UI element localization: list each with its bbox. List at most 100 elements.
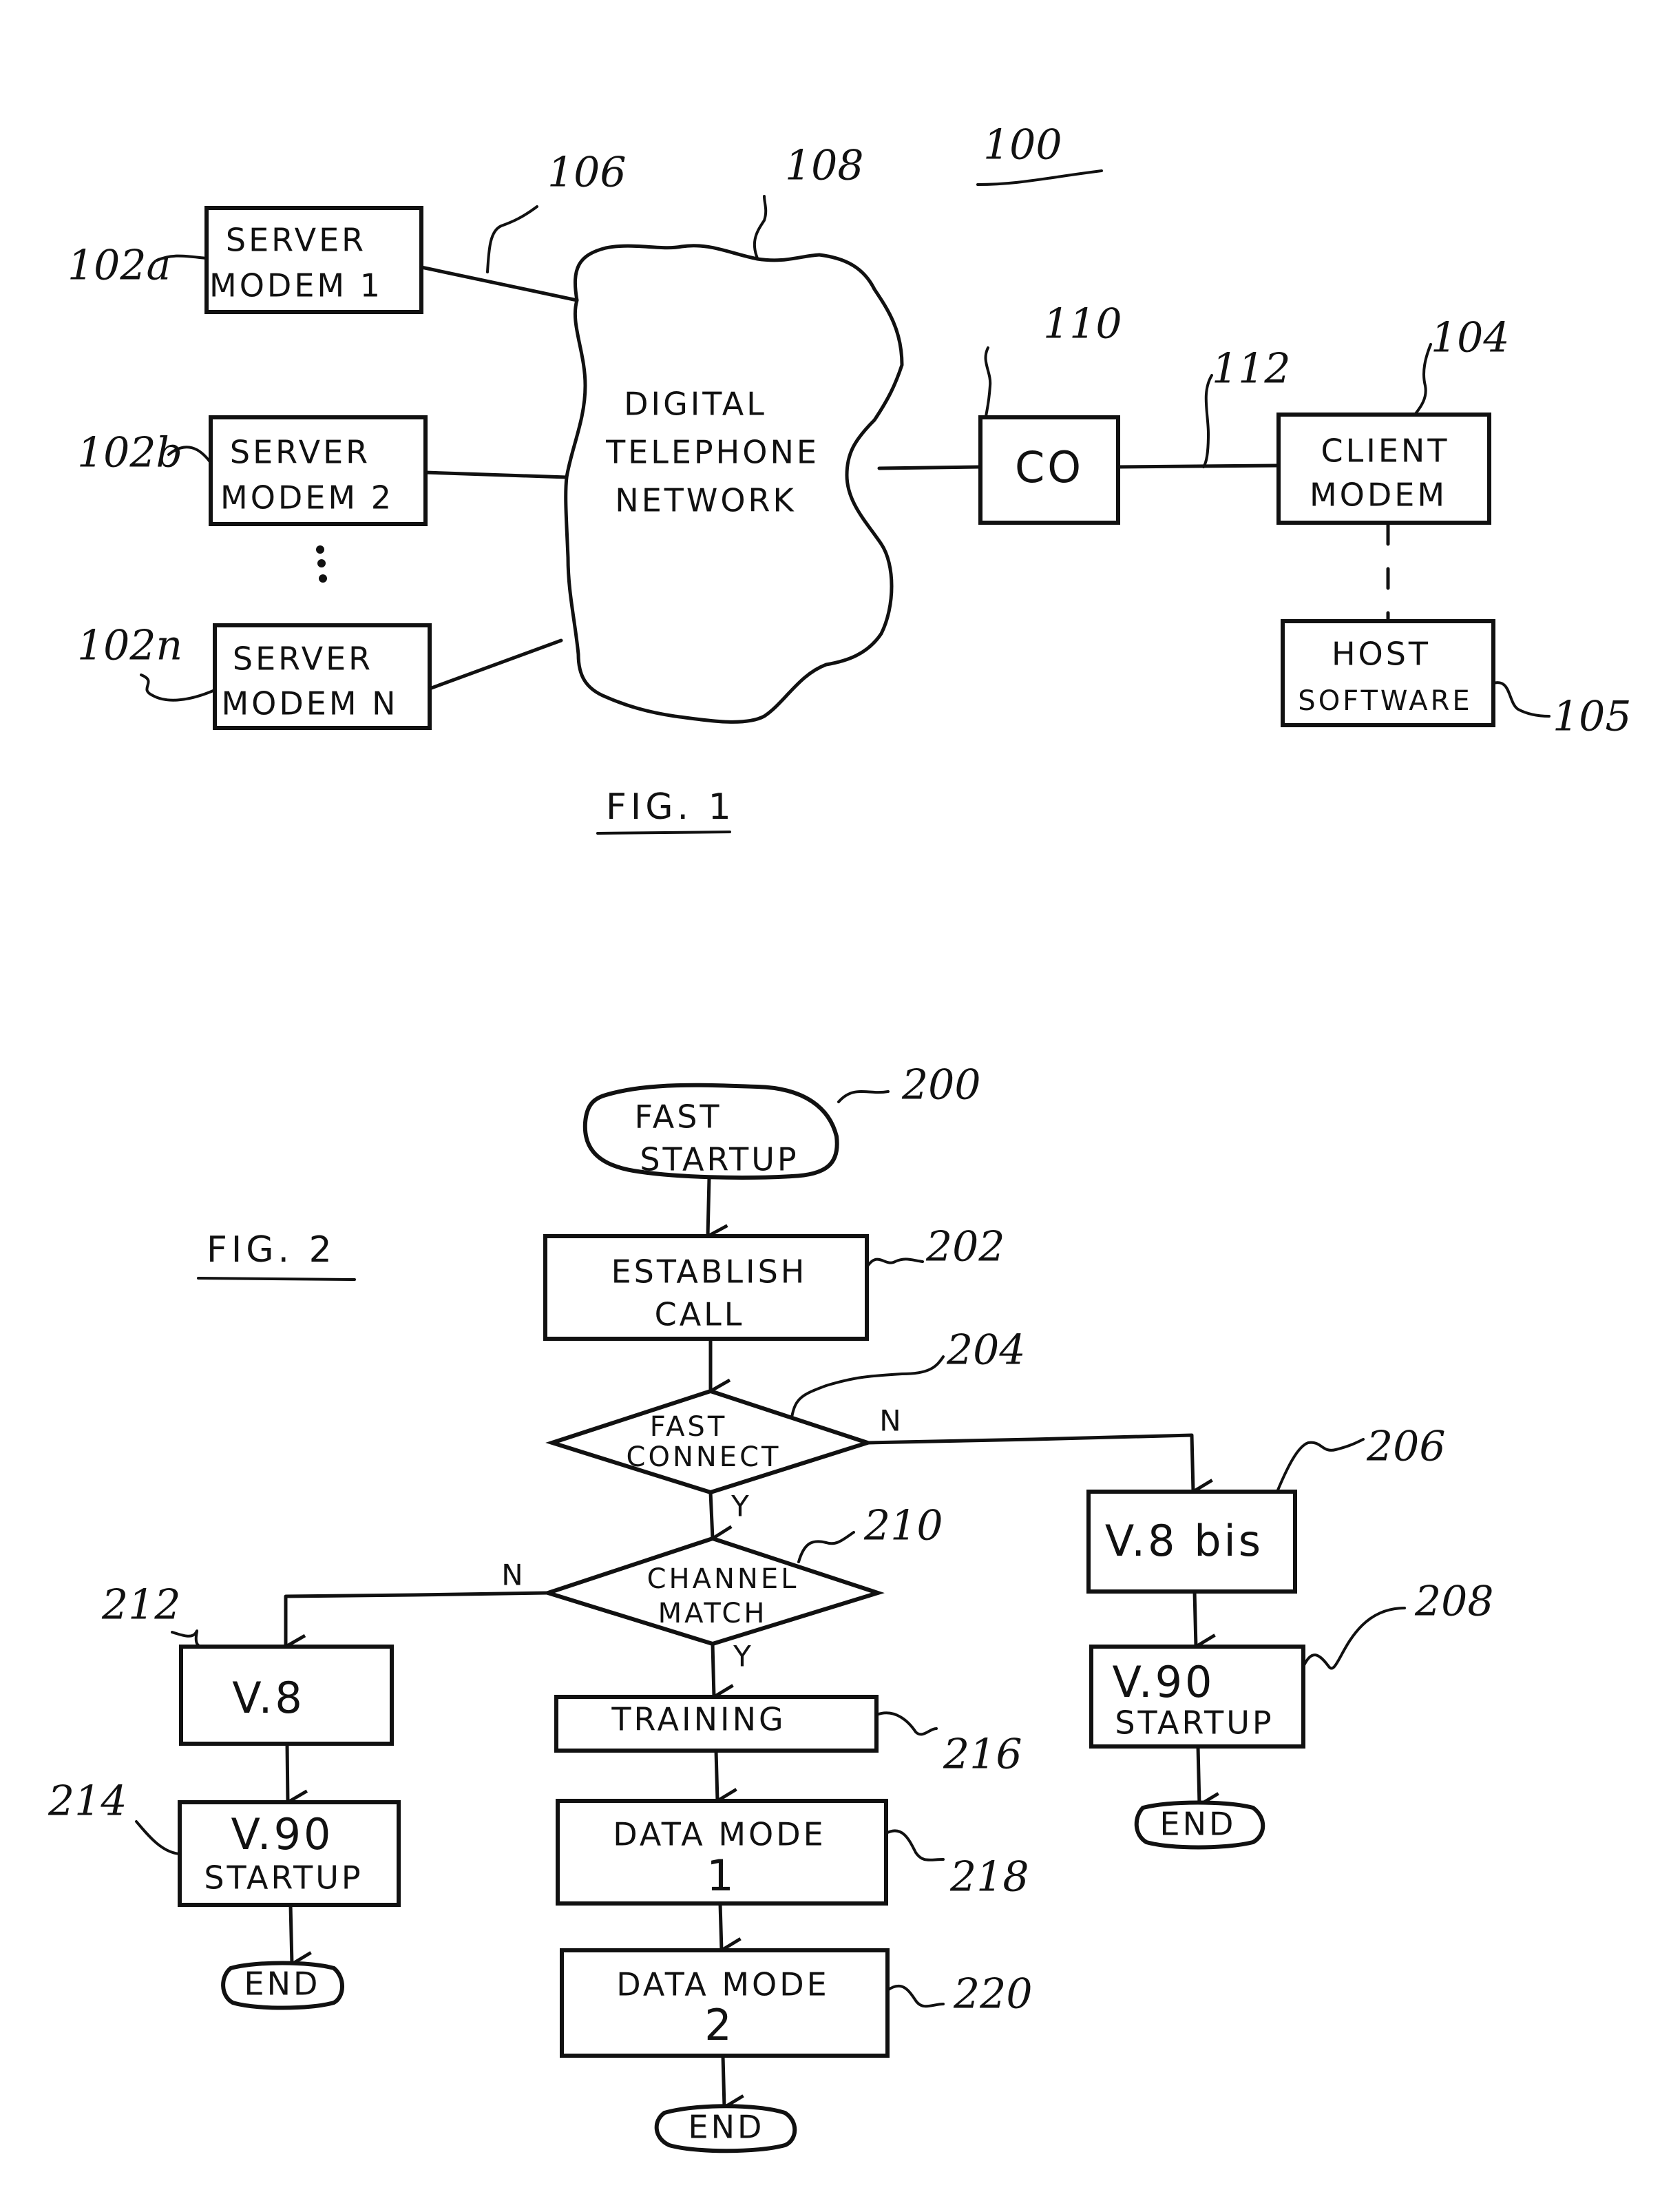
arrow-data-mode-1-to-data-mode-2 (720, 1901, 722, 1950)
server-modem-1-line1: SERVER (226, 222, 366, 259)
network-line2: TELEPHONE (605, 434, 819, 471)
arrow-training-to-data-mode-1 (716, 1749, 717, 1801)
ref-label-206: 206 (1366, 1423, 1446, 1471)
fast-connect-no-label: N (879, 1404, 901, 1438)
training-label: TRAINING (611, 1701, 786, 1738)
data-mode-2: DATA MODE 2 220 (560, 1948, 1033, 2058)
start-line1: FAST (634, 1098, 722, 1136)
ref-label-204: 204 (946, 1326, 1026, 1375)
client-modem: CLIENT MODEM 104 (1276, 314, 1510, 525)
data-mode-1-line1: DATA MODE (613, 1816, 826, 1853)
v90-startup-right: V.90 STARTUP 208 (1089, 1578, 1494, 1749)
ref-label-216: 216 (943, 1731, 1022, 1779)
v90-right-line1: V.90 (1112, 1657, 1215, 1707)
network-line1: DIGITAL (624, 386, 767, 423)
ref-label-202: 202 (925, 1223, 1005, 1271)
ref-leader-105 (1492, 681, 1551, 718)
arrow-fast-connect-yes-to-channel-match (708, 1490, 713, 1538)
v90-right-line2: STARTUP (1115, 1704, 1274, 1742)
server-modem-n: SERVER MODEM N 102n (77, 622, 432, 730)
training: TRAINING 216 (554, 1695, 1022, 1779)
v8bis-label: V.8 bis (1105, 1516, 1263, 1566)
ref-leader-110 (984, 346, 992, 419)
ref-label-104: 104 (1431, 314, 1510, 362)
ref-label-102b: 102b (77, 429, 182, 477)
patent-drawing-sheet: 100 SERVER MODEM 1 102a SERVER MODEM 2 1… (48, 121, 1632, 2153)
server-modem-1: SERVER MODEM 1 102a (67, 206, 423, 314)
link-network-co (877, 465, 982, 470)
fast-connect-yes-label: Y (731, 1490, 749, 1523)
link-co-client-modem (1116, 463, 1281, 469)
link-server-2-network (423, 470, 569, 479)
channel-match-no-label: N (501, 1558, 523, 1592)
link-server-1-network (419, 265, 579, 302)
network-line3: NETWORK (615, 482, 796, 519)
end-left-label: END (244, 1965, 321, 2003)
arrow-data-mode-2-to-end (723, 2054, 724, 2107)
data-mode-2-line2: 2 (704, 2000, 734, 2050)
ref-label-106: 106 (547, 149, 627, 197)
channel-match-line2: MATCH (658, 1598, 768, 1629)
ref-leader-206 (1276, 1438, 1365, 1493)
ref-leader-106 (486, 205, 538, 273)
ref-leader-202 (865, 1258, 924, 1269)
server-modem-2: SERVER MODEM 2 102b (77, 415, 428, 526)
ref-label-218: 218 (949, 1853, 1029, 1901)
fast-connect-line1: FAST (650, 1411, 728, 1443)
server-modem-n-line1: SERVER (233, 640, 373, 678)
v8: V.8 212 (101, 1581, 394, 1746)
v8-label: V.8 (232, 1673, 305, 1723)
establish-call: ESTABLISH CALL 202 (543, 1223, 1005, 1341)
v90-left-line1: V.90 (231, 1809, 333, 1859)
ref-leader-204 (790, 1355, 945, 1419)
ref-leader-102n (140, 674, 216, 702)
figure-1-caption-underline (596, 831, 731, 835)
establish-call-line1: ESTABLISH (611, 1253, 808, 1291)
ref-leader-108 (753, 195, 768, 260)
fast-connect-line2: CONNECT (627, 1441, 781, 1473)
ref-label-220: 220 (953, 1970, 1033, 2018)
client-modem-line2: MODEM (1310, 477, 1447, 514)
figure-1-caption: FIG. 1 (606, 786, 735, 828)
ref-leader-212 (171, 1629, 207, 1649)
ref-leader-104 (1413, 343, 1432, 416)
figure-2: FIG. 2 FAST STARTUP 200 ESTABLISH CALL 2… (48, 1061, 1494, 2153)
central-office: CO 110 (978, 300, 1122, 525)
ref-leader-218 (885, 1829, 945, 1861)
ellipsis-dot (317, 559, 326, 567)
ref-leader-214 (135, 1820, 181, 1855)
start-fast-startup: FAST STARTUP 200 (582, 1061, 981, 1180)
end-bottom: END (654, 2104, 797, 2153)
digital-telephone-network: DIGITAL TELEPHONE NETWORK 108 (564, 142, 904, 724)
ref-label-100: 100 (983, 121, 1062, 169)
end-bottom-label: END (689, 2109, 765, 2146)
arrow-start-to-establish (708, 1176, 709, 1236)
ref-label-212: 212 (101, 1581, 181, 1629)
ref-label-214: 214 (48, 1777, 127, 1826)
ref-leader-112 (1202, 374, 1213, 468)
arrow-v90-right-to-end (1196, 1744, 1199, 1805)
server-modem-2-line2: MODEM 2 (220, 479, 394, 517)
start-line2: STARTUP (640, 1141, 799, 1178)
ellipsis-dot (316, 545, 324, 554)
data-mode-2-line1: DATA MODE (616, 1966, 830, 2003)
end-right: END (1134, 1800, 1265, 1850)
ref-leader-200 (837, 1090, 890, 1103)
arrow-v8-to-v90-left (287, 1742, 288, 1802)
establish-call-line2: CALL (655, 1296, 745, 1333)
ref-label-210: 210 (863, 1502, 943, 1550)
server-modem-n-line2: MODEM N (221, 685, 398, 722)
ref-underline-100 (976, 169, 1103, 186)
arrow-channel-match-no-to-v8 (286, 1591, 550, 1647)
data-mode-1: DATA MODE 1 218 (556, 1799, 1029, 1906)
arrow-v90-left-to-end (288, 1903, 292, 1964)
co-label: CO (1015, 442, 1084, 492)
ref-leader-210 (797, 1531, 855, 1563)
client-modem-line1: CLIENT (1321, 432, 1450, 470)
ref-label-208: 208 (1414, 1578, 1494, 1626)
server-modem-1-line2: MODEM 1 (209, 267, 383, 304)
ellipsis-dots (316, 545, 327, 583)
host-software-line2: SOFTWARE (1298, 685, 1472, 717)
link-server-n-network (428, 638, 563, 691)
figure-1: 100 SERVER MODEM 1 102a SERVER MODEM 2 1… (67, 121, 1632, 835)
